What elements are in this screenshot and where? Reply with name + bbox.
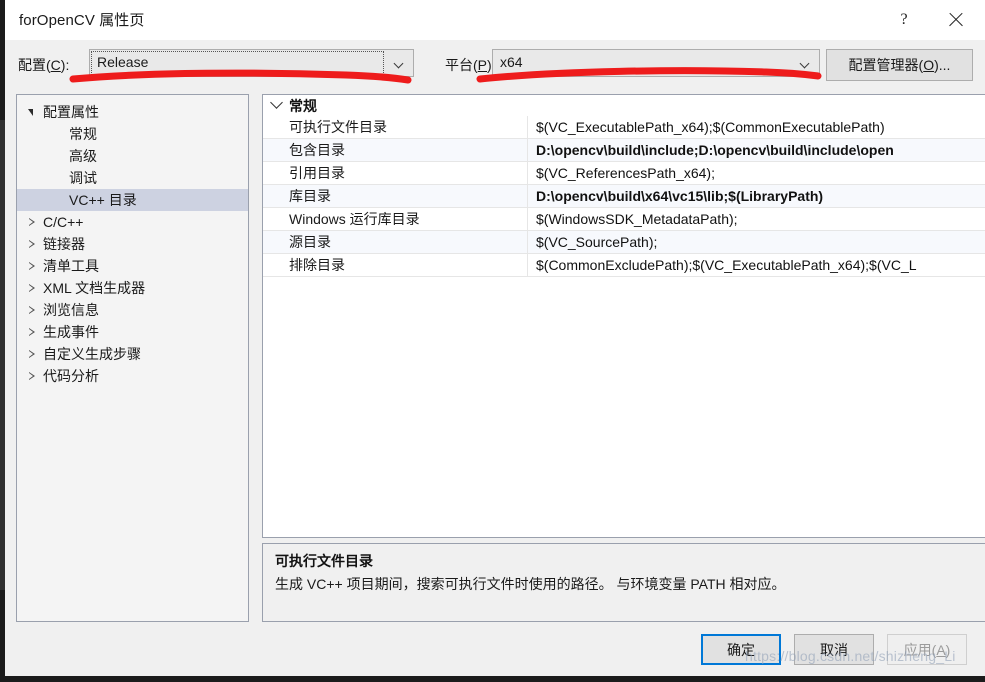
description-text: 生成 VC++ 项目期间，搜索可执行文件时使用的路径。 与环境变量 PATH 相…	[275, 576, 786, 592]
tree-item[interactable]: 高级	[17, 145, 248, 167]
property-name: 源目录	[263, 231, 528, 253]
tree-item[interactable]: 清单工具	[17, 255, 248, 277]
description-panel: 可执行文件目录 生成 VC++ 项目期间，搜索可执行文件时使用的路径。 与环境变…	[262, 543, 985, 622]
property-row[interactable]: Windows 运行库目录 $(WindowsSDK_MetadataPath);	[263, 208, 985, 231]
property-value[interactable]: $(CommonExcludePath);$(VC_ExecutablePath…	[528, 254, 985, 276]
expander-expand-icon[interactable]	[25, 280, 39, 296]
expander-expand-icon[interactable]	[25, 236, 39, 252]
chevron-down-icon	[395, 60, 404, 69]
tree-item[interactable]: VC++ 目录	[17, 189, 248, 211]
property-name: 包含目录	[263, 139, 528, 161]
property-value[interactable]: D:\opencv\build\include;D:\opencv\build\…	[528, 139, 985, 161]
chevron-down-icon[interactable]	[263, 96, 289, 110]
tree-item-label: 清单工具	[43, 258, 99, 274]
configuration-value: Release	[97, 54, 149, 70]
configuration-manager-label: 配置管理器(O)...	[848, 57, 951, 73]
expander-expand-icon[interactable]	[25, 214, 39, 230]
property-category-row[interactable]: 常规	[263, 95, 985, 116]
property-tree[interactable]: 配置属性常规高级调试 VC++ 目录 C/C++ 链接器清单工具 XML 文档生成器 浏览…	[16, 94, 249, 622]
expander-expand-icon[interactable]	[25, 368, 39, 384]
platform-value: x64	[500, 54, 523, 70]
tree-item[interactable]: XML 文档生成器	[17, 277, 248, 299]
tree-item-label: VC++ 目录	[69, 192, 137, 208]
tree-item-label: 高级	[69, 148, 97, 164]
property-name: Windows 运行库目录	[263, 208, 528, 230]
tree-item[interactable]: C/C++	[17, 211, 248, 233]
property-row[interactable]: 库目录 D:\opencv\build\x64\vc15\lib;$(Librar…	[263, 185, 985, 208]
property-tree-body: 配置属性常规高级调试 VC++ 目录 C/C++ 链接器清单工具 XML 文档生成器 浏览…	[17, 101, 248, 387]
configuration-label: 配置(C):	[18, 57, 70, 73]
window-left-edge-strip	[0, 120, 5, 590]
platform-label: 平台(P):	[445, 57, 496, 73]
question-mark-icon: ?	[900, 11, 908, 28]
tree-item[interactable]: 代码分析	[17, 365, 248, 387]
property-name: 引用目录	[263, 162, 528, 184]
expander-expand-icon[interactable]	[25, 302, 39, 318]
tree-item[interactable]: 常规	[17, 123, 248, 145]
tree-item-label: 配置属性	[43, 104, 99, 120]
property-row[interactable]: 排除目录 $(CommonExcludePath);$(VC_Executable…	[263, 254, 985, 277]
tree-item-label: XML 文档生成器	[43, 280, 146, 296]
tree-item[interactable]: 生成事件	[17, 321, 248, 343]
configuration-combobox[interactable]: Release	[89, 49, 414, 77]
tree-item-label: 调试	[69, 170, 97, 186]
property-value[interactable]: $(VC_SourcePath);	[528, 231, 985, 253]
tree-item-label: 浏览信息	[43, 302, 99, 318]
property-value[interactable]: $(VC_ReferencesPath_x64);	[528, 162, 985, 184]
expander-collapse-icon[interactable]	[25, 104, 39, 120]
property-row[interactable]: 源目录 $(VC_SourcePath);	[263, 231, 985, 254]
window-bottom-edge	[0, 676, 985, 682]
property-row[interactable]: 引用目录 $(VC_ReferencesPath_x64);	[263, 162, 985, 185]
property-name: 库目录	[263, 185, 528, 207]
property-grid[interactable]: 常规 可执行文件目录 $(VC_ExecutablePath_x64);$(Com…	[262, 94, 985, 538]
property-name: 可执行文件目录	[263, 116, 528, 138]
description-title: 可执行文件目录	[275, 553, 373, 569]
apply-button-label: 应用(A)	[903, 641, 951, 658]
tree-item-label: 常规	[69, 126, 97, 142]
close-icon	[948, 12, 964, 28]
tree-item-label: 自定义生成步骤	[43, 346, 141, 362]
expander-expand-icon[interactable]	[25, 324, 39, 340]
ok-button[interactable]: 确定	[701, 634, 781, 665]
property-value[interactable]: $(WindowsSDK_MetadataPath);	[528, 208, 985, 230]
property-value[interactable]: $(VC_ExecutablePath_x64);$(CommonExecuta…	[528, 116, 985, 138]
cancel-button-label: 取消	[820, 641, 848, 658]
close-button[interactable]	[933, 0, 979, 40]
property-row[interactable]: 包含目录 D:\opencv\build\include;D:\opencv\bu…	[263, 139, 985, 162]
tree-item-label: 代码分析	[43, 368, 99, 384]
tree-item-label: C/C++	[43, 214, 84, 230]
property-category-label: 常规	[289, 97, 317, 114]
tree-item[interactable]: 配置属性	[17, 101, 248, 123]
property-row[interactable]: 可执行文件目录 $(VC_ExecutablePath_x64);$(Common…	[263, 116, 985, 139]
ok-button-label: 确定	[727, 641, 755, 658]
help-button[interactable]: ?	[881, 0, 927, 40]
tree-item[interactable]: 调试	[17, 167, 248, 189]
window-title: forOpenCV 属性页	[19, 12, 145, 29]
tree-item[interactable]: 浏览信息	[17, 299, 248, 321]
property-grid-body: 可执行文件目录 $(VC_ExecutablePath_x64);$(Common…	[263, 116, 985, 277]
configuration-manager-button[interactable]: 配置管理器(O)...	[826, 49, 973, 81]
property-name: 排除目录	[263, 254, 528, 276]
title-bar: forOpenCV 属性页 ?	[5, 0, 985, 40]
tree-item-label: 生成事件	[43, 324, 99, 340]
expander-expand-icon[interactable]	[25, 258, 39, 274]
tree-item[interactable]: 链接器	[17, 233, 248, 255]
expander-expand-icon[interactable]	[25, 346, 39, 362]
tree-item-label: 链接器	[43, 236, 85, 252]
platform-combobox[interactable]: x64	[492, 49, 820, 77]
tree-item[interactable]: 自定义生成步骤	[17, 343, 248, 365]
properties-dialog: forOpenCV 属性页 ? 配置(C): Release 平台(P): x6…	[0, 0, 985, 682]
property-value[interactable]: D:\opencv\build\x64\vc15\lib;$(LibraryPa…	[528, 185, 985, 207]
chevron-down-icon	[801, 60, 810, 69]
apply-button: 应用(A)	[887, 634, 967, 665]
cancel-button[interactable]: 取消	[794, 634, 874, 665]
